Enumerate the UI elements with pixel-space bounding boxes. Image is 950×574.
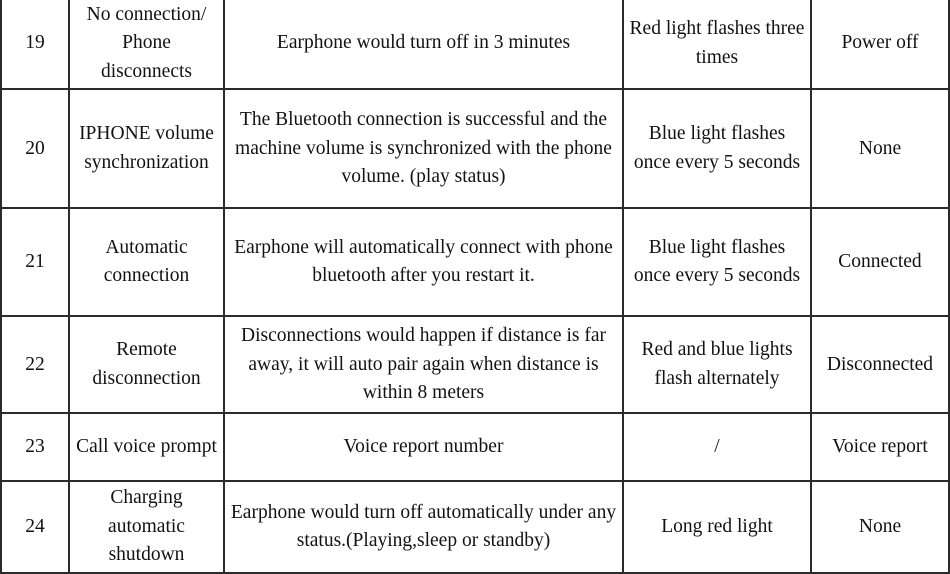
cell-status: None [810,480,950,574]
cell-function: Remote disconnection [68,315,225,415]
cell-row-number: 24 [0,480,70,574]
cell-description: Earphone will automatically connect with… [223,207,624,318]
cell-description: Earphone would turn off in 3 minutes [223,0,624,91]
cell-status: Connected [810,207,950,318]
cell-function: Charging automatic shutdown [68,480,225,574]
table-row: 24 Charging automatic shutdown Earphone … [0,480,950,574]
table-row: 19 No connection/ Phone disconnects Earp… [0,0,950,91]
cell-light-indicator: Blue light flashes once every 5 seconds [622,207,812,318]
cell-status: Voice report [810,412,950,483]
cell-row-number: 22 [0,315,70,415]
cell-description: Earphone would turn off automatically un… [223,480,624,574]
cell-function: Automatic connection [68,207,225,318]
cell-light-indicator: Blue light flashes once every 5 seconds [622,88,812,210]
cell-function: Call voice prompt [68,412,225,483]
cell-description: The Bluetooth connection is successful a… [223,88,624,210]
cell-function: IPHONE volume synchronization [68,88,225,210]
cell-row-number: 23 [0,412,70,483]
cell-light-indicator: Red light flashes three times [622,0,812,91]
cell-status: Power off [810,0,950,91]
table-row: 23 Call voice prompt Voice report number… [0,412,950,483]
table-row: 22 Remote disconnection Disconnections w… [0,315,950,415]
cell-row-number: 21 [0,207,70,318]
cell-row-number: 20 [0,88,70,210]
cell-light-indicator: / [622,412,812,483]
cell-function: No connection/ Phone disconnects [68,0,225,91]
cell-status: Disconnected [810,315,950,415]
table-row: 20 IPHONE volume synchronization The Blu… [0,88,950,210]
document-page: 19 No connection/ Phone disconnects Earp… [0,0,950,574]
cell-row-number: 19 [0,0,70,91]
cell-light-indicator: Red and blue lights flash alternately [622,315,812,415]
cell-description: Disconnections would happen if distance … [223,315,624,415]
table-body: 19 No connection/ Phone disconnects Earp… [0,0,950,574]
specification-table: 19 No connection/ Phone disconnects Earp… [0,0,950,574]
cell-light-indicator: Long red light [622,480,812,574]
cell-status: None [810,88,950,210]
table-row: 21 Automatic connection Earphone will au… [0,207,950,318]
cell-description: Voice report number [223,412,624,483]
